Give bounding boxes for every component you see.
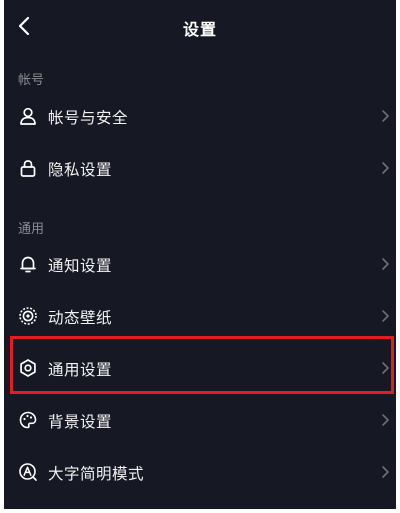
bell-icon [20, 256, 36, 273]
chevron-right-icon [382, 110, 389, 122]
gear-icon [20, 359, 36, 377]
header-bar: 设置 [4, 0, 396, 52]
settings-item-label: 动态壁纸 [48, 309, 113, 327]
palette-icon [19, 411, 37, 429]
section-label-general: 通用 [18, 222, 45, 237]
settings-item-label: 帐号与安全 [48, 109, 129, 127]
user-icon [20, 107, 36, 125]
lock-icon [20, 160, 36, 177]
page-title: 设置 [182, 20, 217, 39]
chevron-right-icon [382, 362, 389, 374]
settings-item-account-security[interactable]: 帐号与安全 [10, 90, 392, 142]
settings-item-label: 隐私设置 [48, 161, 113, 179]
settings-item-privacy[interactable]: 隐私设置 [10, 142, 392, 194]
settings-item-label: 大字简明模式 [48, 465, 145, 483]
settings-item-large-font-mode[interactable]: 大字简明模式 [10, 446, 392, 498]
bottom-margin [0, 509, 400, 513]
section-label-account: 帐号 [18, 73, 45, 88]
settings-item-general-settings[interactable]: 通用设置 [10, 342, 392, 394]
chevron-right-icon [382, 162, 389, 174]
settings-item-label: 背景设置 [48, 413, 113, 431]
settings-item-label: 通知设置 [48, 257, 113, 275]
settings-item-label: 通用设置 [48, 361, 113, 379]
live-wallpaper-icon [19, 307, 37, 325]
chevron-right-icon [382, 310, 389, 322]
settings-screen: 设置 帐号 帐号与安全 隐私设置 通用 通知设置 动态壁纸 通用设置 背景设置 … [4, 0, 396, 509]
font-mode-icon [19, 463, 37, 481]
settings-item-background[interactable]: 背景设置 [10, 394, 392, 446]
chevron-right-icon [382, 258, 389, 270]
chevron-right-icon [382, 414, 389, 426]
settings-item-live-wallpaper[interactable]: 动态壁纸 [10, 290, 392, 342]
chevron-right-icon [382, 466, 389, 478]
settings-item-notifications[interactable]: 通知设置 [10, 238, 392, 290]
